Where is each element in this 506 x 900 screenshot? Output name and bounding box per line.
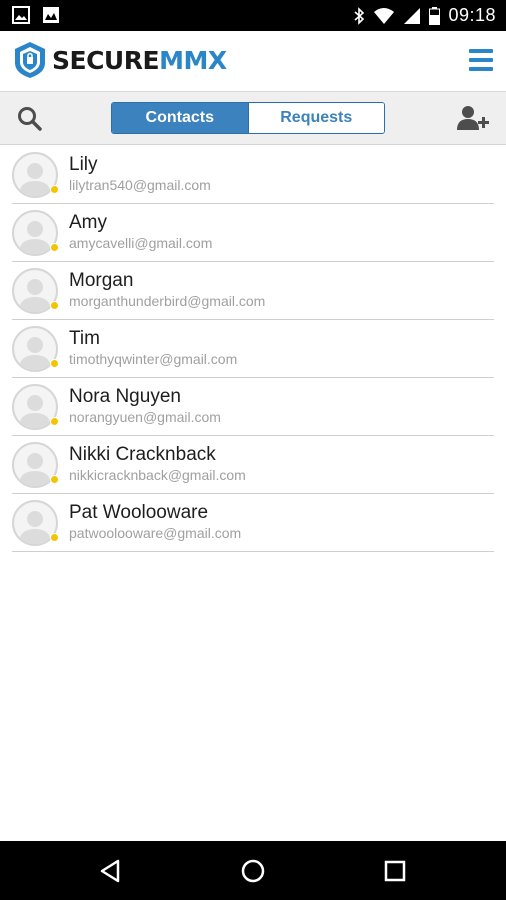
contacts-list: Lily lilytran540@gmail.com Amy amycavelli@g… (12, 146, 494, 552)
contact-name: Amy (69, 212, 107, 233)
contacts-toolbar: Contacts Requests (0, 92, 506, 145)
status-bar: 09:18 (0, 0, 506, 31)
bluetooth-icon (354, 6, 365, 25)
avatar (12, 500, 59, 546)
shield-logo-icon (15, 42, 45, 78)
contact-name: Lily (69, 154, 98, 175)
contact-name: Nikki Cracknback (69, 444, 216, 465)
add-contact-icon[interactable] (456, 104, 490, 134)
contact-name: Pat Woolooware (69, 502, 209, 523)
contact-name: Morgan (69, 270, 134, 291)
presence-status-dot (50, 359, 59, 368)
contact-row[interactable]: Amy amycavelli@gmail.com (12, 204, 494, 262)
system-nav-bar (0, 841, 506, 900)
contact-email: morganthunderbird@gmail.com (69, 293, 266, 309)
clock: 09:18 (448, 5, 496, 25)
logo-wordmark: SECUREMMX (52, 46, 227, 75)
presence-status-dot (50, 475, 59, 484)
contact-email: lilytran540@gmail.com (69, 177, 211, 193)
avatar (12, 442, 59, 488)
back-icon[interactable] (96, 856, 126, 886)
contacts-requests-switch: Contacts Requests (111, 102, 385, 134)
recents-icon[interactable] (380, 856, 410, 886)
contact-row[interactable]: Morgan morganthunderbird@gmail.com (12, 262, 494, 320)
photo-icon (43, 7, 59, 23)
contact-name: Nora Nguyen (69, 386, 181, 407)
battery-icon (429, 6, 441, 25)
wifi-icon (374, 7, 395, 24)
contact-row[interactable]: Nora Nguyen norangyuen@gmail.com (12, 378, 494, 436)
contact-row[interactable]: Lily lilytran540@gmail.com (12, 146, 494, 204)
home-icon[interactable] (238, 856, 268, 886)
logo-secure: SECURE (52, 45, 160, 75)
image-icon (12, 6, 30, 24)
tab-requests[interactable]: Requests (247, 103, 384, 133)
contact-row[interactable]: Tim timothyqwinter@gmail.com (12, 320, 494, 378)
search-icon[interactable] (16, 105, 44, 133)
avatar (12, 384, 59, 430)
contact-email: nikkicracknback@gmail.com (69, 467, 246, 483)
presence-status-dot (50, 243, 59, 252)
logo-mmx: MMX (159, 45, 227, 75)
presence-status-dot (50, 417, 59, 426)
avatar (12, 152, 59, 198)
contact-email: patwoolooware@gmail.com (69, 525, 242, 541)
contact-email: timothyqwinter@gmail.com (69, 351, 238, 367)
contact-row[interactable]: Pat Woolooware patwoolooware@gmail.com (12, 494, 494, 552)
tab-contacts[interactable]: Contacts (112, 103, 248, 133)
app-header: SECUREMMX (0, 31, 506, 92)
presence-status-dot (50, 301, 59, 310)
presence-status-dot (50, 185, 59, 194)
app-logo: SECUREMMX (12, 41, 227, 79)
presence-status-dot (50, 533, 59, 542)
contact-name: Tim (69, 328, 100, 349)
avatar (12, 210, 59, 256)
contact-email: amycavelli@gmail.com (69, 235, 213, 251)
signal-icon (404, 7, 421, 24)
contact-email: norangyuen@gmail.com (69, 409, 221, 425)
contact-row[interactable]: Nikki Cracknback nikkicracknback@gmail.co… (12, 436, 494, 494)
avatar (12, 268, 59, 314)
hamburger-icon (469, 49, 493, 53)
menu-button[interactable] (464, 45, 498, 75)
avatar (12, 326, 59, 372)
